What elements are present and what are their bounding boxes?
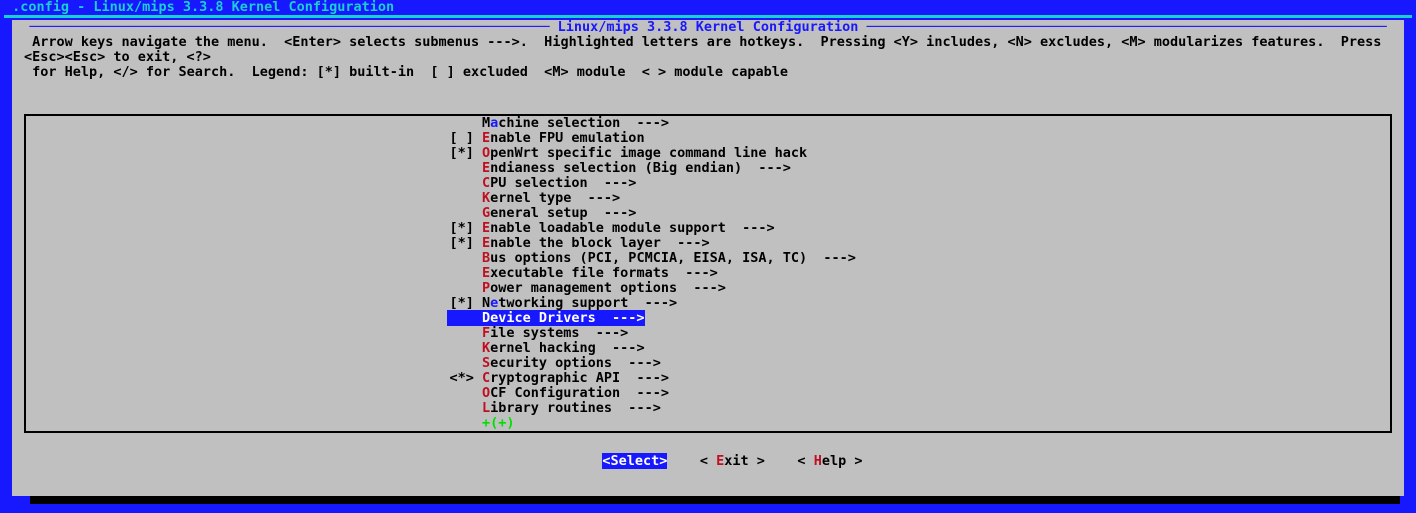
select-button[interactable]: <Select> bbox=[602, 453, 667, 469]
title-rule bbox=[4, 15, 1412, 18]
menu-item[interactable]: OCF Configuration ---> bbox=[26, 386, 1390, 401]
scroll-more-indicator: +(+) bbox=[482, 416, 1390, 431]
menu-item[interactable]: Device Drivers ---> bbox=[26, 311, 1390, 326]
help-line-1: Arrow keys navigate the menu. <Enter> se… bbox=[12, 35, 1404, 65]
menu-item[interactable]: Executable file formats ---> bbox=[26, 266, 1390, 281]
menu-item[interactable]: [*] Networking support ---> bbox=[26, 296, 1390, 311]
menu-item[interactable]: Bus options (PCI, PCMCIA, EISA, ISA, TC)… bbox=[26, 251, 1390, 266]
menu-item[interactable]: Kernel hacking ---> bbox=[26, 341, 1390, 356]
menu-item[interactable]: CPU selection ---> bbox=[26, 176, 1390, 191]
help-line-2: for Help, </> for Search. Legend: [*] bu… bbox=[12, 65, 1404, 80]
menu-item[interactable]: Power management options ---> bbox=[26, 281, 1390, 296]
dialog-shadow bbox=[30, 496, 1400, 504]
button-row: <Select> < Exit > < Help > bbox=[12, 437, 1404, 488]
menu-item[interactable]: [*] OpenWrt specific image command line … bbox=[26, 146, 1390, 161]
menu-item[interactable]: File systems ---> bbox=[26, 326, 1390, 341]
menu-item[interactable]: <*> Cryptographic API ---> bbox=[26, 371, 1390, 386]
menu-item[interactable]: Machine selection ---> bbox=[26, 116, 1390, 131]
menu-list[interactable]: Machine selection --->[ ] Enable FPU emu… bbox=[26, 116, 1390, 416]
menu-item[interactable]: General setup ---> bbox=[26, 206, 1390, 221]
menu-item[interactable]: Kernel type ---> bbox=[26, 191, 1390, 206]
menu-item[interactable]: [*] Enable loadable module support ---> bbox=[26, 221, 1390, 236]
dialog: ────────────────────────────────────────… bbox=[12, 20, 1404, 496]
dialog-area: ────────────────────────────────────────… bbox=[12, 20, 1404, 496]
dialog-title: ────────────────────────────────────────… bbox=[12, 20, 1404, 35]
menu-box: Machine selection --->[ ] Enable FPU emu… bbox=[24, 114, 1392, 433]
menu-item[interactable]: Endianess selection (Big endian) ---> bbox=[26, 161, 1390, 176]
menu-item[interactable]: [ ] Enable FPU emulation bbox=[26, 131, 1390, 146]
exit-button[interactable]: < Exit > bbox=[700, 453, 765, 469]
menu-item[interactable]: [*] Enable the block layer ---> bbox=[26, 236, 1390, 251]
help-button[interactable]: < Help > bbox=[797, 453, 862, 469]
menu-item[interactable]: Library routines ---> bbox=[26, 401, 1390, 416]
window-title: .config - Linux/mips 3.3.8 Kernel Config… bbox=[0, 0, 1416, 15]
menu-item[interactable]: Security options ---> bbox=[26, 356, 1390, 371]
